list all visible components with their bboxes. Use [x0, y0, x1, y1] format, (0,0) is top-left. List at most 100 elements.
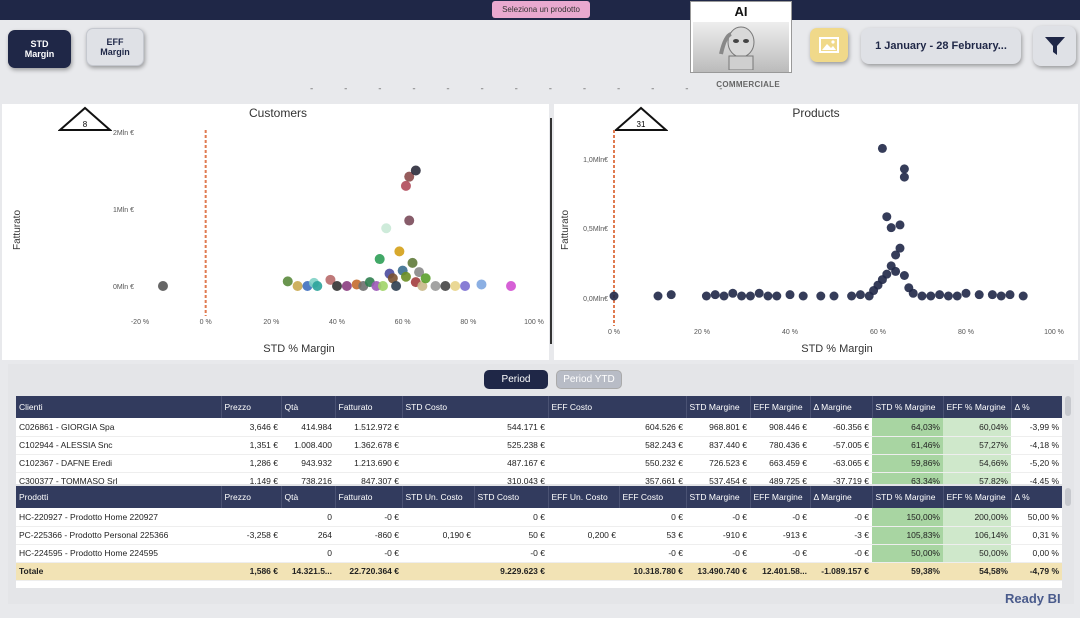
products-cell: -0 €	[810, 544, 872, 563]
prod-data-point	[772, 291, 782, 301]
products-column-header[interactable]: Fatturato	[335, 486, 403, 508]
products-cell: 50 €	[474, 526, 548, 545]
date-range-button[interactable]: 1 January - 28 February...	[861, 28, 1021, 64]
products-column-header[interactable]: Δ Margine	[810, 486, 873, 508]
robot-image	[693, 22, 789, 72]
clients-row[interactable]: C102367 - DAFNE Eredi 1,286 €943.932 1.213…	[16, 454, 1062, 473]
products-row[interactable]: HC-224595 - Prodotto Home 224595 0 -0 € -0 …	[16, 544, 1062, 563]
prod-data-point	[943, 291, 953, 301]
products-column-header[interactable]: EFF % Margine	[943, 486, 1012, 508]
clients-cell: 357.661 €	[548, 472, 686, 484]
products-column-header[interactable]: Δ %	[1011, 486, 1062, 508]
prod-data-point	[935, 290, 945, 300]
products-table: Prodotti Prezzo Qtà Fatturato STD Un. Costo S…	[16, 486, 1062, 581]
products-column-header[interactable]: STD Costo	[474, 486, 549, 508]
ai-assistant-panel[interactable]: AI	[690, 1, 792, 73]
products-column-header[interactable]: STD Un. Costo	[402, 486, 475, 508]
prod-data-point	[1005, 290, 1015, 300]
prod-data-point	[855, 290, 865, 300]
products-column-header[interactable]: EFF Un. Costo	[548, 486, 620, 508]
clients-row[interactable]: C102944 - ALESSIA Snc 1,351 €1.008.400 1.3…	[16, 436, 1062, 455]
clients-cell: -37.719 €	[810, 472, 872, 484]
ai-label: AI	[734, 4, 748, 19]
products-scatter: Fatturato STD % Margin 1,0Mln€ 0,5Mln€ 0,0…	[560, 130, 1064, 355]
prod-data-point	[987, 290, 997, 300]
products-scrollbar[interactable]	[1065, 488, 1071, 506]
products-column-header[interactable]: Prodotti	[16, 486, 222, 508]
clients-row[interactable]: C300377 - TOMMASO Srl 1,149 €738.216 847.3…	[16, 472, 1062, 484]
clients-column-header[interactable]: STD Margine	[686, 396, 751, 418]
prod-y-tick-label: 0,0Mln€	[583, 296, 608, 303]
products-column-header[interactable]: Prezzo	[221, 486, 282, 508]
clients-cell: 310.043 €	[402, 472, 548, 484]
products-cell: -0 €	[335, 508, 402, 527]
products-total-cell: 1,586 €	[221, 561, 281, 581]
commerciale-label[interactable]: COMMERCIALE	[300, 80, 780, 89]
products-row[interactable]: PC-225366 - Prodotto Personal 225366 -3,2…	[16, 526, 1062, 545]
products-cell: -0 €	[750, 544, 810, 563]
clients-cell: 1.362.678 €	[335, 436, 402, 455]
products-cell	[402, 508, 474, 527]
prod-data-point	[719, 291, 729, 301]
cust-data-point	[374, 254, 385, 265]
clients-column-header[interactable]: STD Costo	[402, 396, 549, 418]
cust-data-point	[377, 281, 388, 291]
prod-data-point	[763, 291, 773, 301]
image-icon[interactable]	[810, 28, 848, 62]
cust-data-point	[282, 276, 293, 287]
products-column-header[interactable]: STD % Margine	[872, 486, 944, 508]
products-total-cell: 12.401.58...	[750, 561, 810, 581]
tab-period-ytd[interactable]: Period YTD	[556, 370, 622, 389]
products-column-header[interactable]: EFF Costo	[619, 486, 687, 508]
clients-cell: 57,27%	[943, 436, 1011, 455]
clients-cell: 968.801 €	[686, 418, 750, 437]
products-row[interactable]: HC-220927 - Prodotto Home 220927 0 -0 €0 €…	[16, 508, 1062, 527]
clients-cell: 3,646 €	[221, 418, 281, 437]
products-column-header[interactable]: STD Margine	[686, 486, 751, 508]
clients-column-header[interactable]: Fatturato	[335, 396, 403, 418]
prod-data-point	[961, 288, 971, 298]
products-cell: 105,83%	[872, 526, 943, 545]
products-column-header[interactable]: Qtà	[281, 486, 336, 508]
clients-column-header[interactable]: Δ Margine	[810, 396, 873, 418]
cust-x-tick-label: 60 %	[395, 319, 411, 326]
clients-column-header[interactable]: EFF Margine	[750, 396, 811, 418]
clients-column-header[interactable]: STD % Margine	[872, 396, 944, 418]
filter-icon[interactable]	[1033, 26, 1076, 66]
products-cell: -860 €	[335, 526, 402, 545]
clients-cell: 414.984	[281, 418, 335, 437]
clients-column-header[interactable]: Prezzo	[221, 396, 282, 418]
products-total-cell: 54,58%	[943, 561, 1011, 581]
clients-column-header[interactable]: EFF % Margine	[943, 396, 1012, 418]
products-total-cell: 22.720.364 €	[335, 561, 402, 581]
products-cell: -910 €	[686, 526, 750, 545]
clients-scrollbar[interactable]	[1065, 396, 1071, 416]
cust-data-point	[400, 271, 411, 282]
products-cell: -0 €	[619, 544, 686, 563]
clients-cell: 837.440 €	[686, 436, 750, 455]
std-margin-button[interactable]: STD Margin	[8, 30, 71, 68]
clients-cell: 57,82%	[943, 472, 1011, 484]
products-cell: HC-220927 - Prodotto Home 220927	[16, 508, 221, 527]
products-cell: 106,14%	[943, 526, 1011, 545]
eff-margin-button[interactable]: EFF Margin	[86, 28, 144, 66]
clients-column-header[interactable]: Qtà	[281, 396, 336, 418]
clients-column-header[interactable]: EFF Costo	[548, 396, 687, 418]
prod-data-point	[899, 164, 909, 174]
cust-data-point	[460, 281, 471, 291]
clients-column-header[interactable]: Δ %	[1011, 396, 1062, 418]
tab-period[interactable]: Period	[484, 370, 548, 389]
select-product-button[interactable]: Seleziona un prodotto	[492, 1, 590, 18]
clients-cell: -5,20 %	[1011, 454, 1062, 473]
cust-x-tick-label: -20 %	[131, 319, 149, 326]
products-column-header[interactable]: EFF Margine	[750, 486, 811, 508]
products-cell: -0 €	[750, 508, 810, 527]
clients-row[interactable]: C026861 - GIORGIA Spa 3,646 €414.984 1.512…	[16, 418, 1062, 437]
clients-cell: 63,34%	[872, 472, 943, 484]
clients-column-header[interactable]: Clienti	[16, 396, 222, 418]
clients-cell: 726.523 €	[686, 454, 750, 473]
prod-x-tick-label: 20 %	[694, 329, 710, 336]
products-total-cell: 9.229.623 €	[474, 561, 548, 581]
cust-data-point	[450, 281, 461, 291]
clients-cell: 544.171 €	[402, 418, 548, 437]
